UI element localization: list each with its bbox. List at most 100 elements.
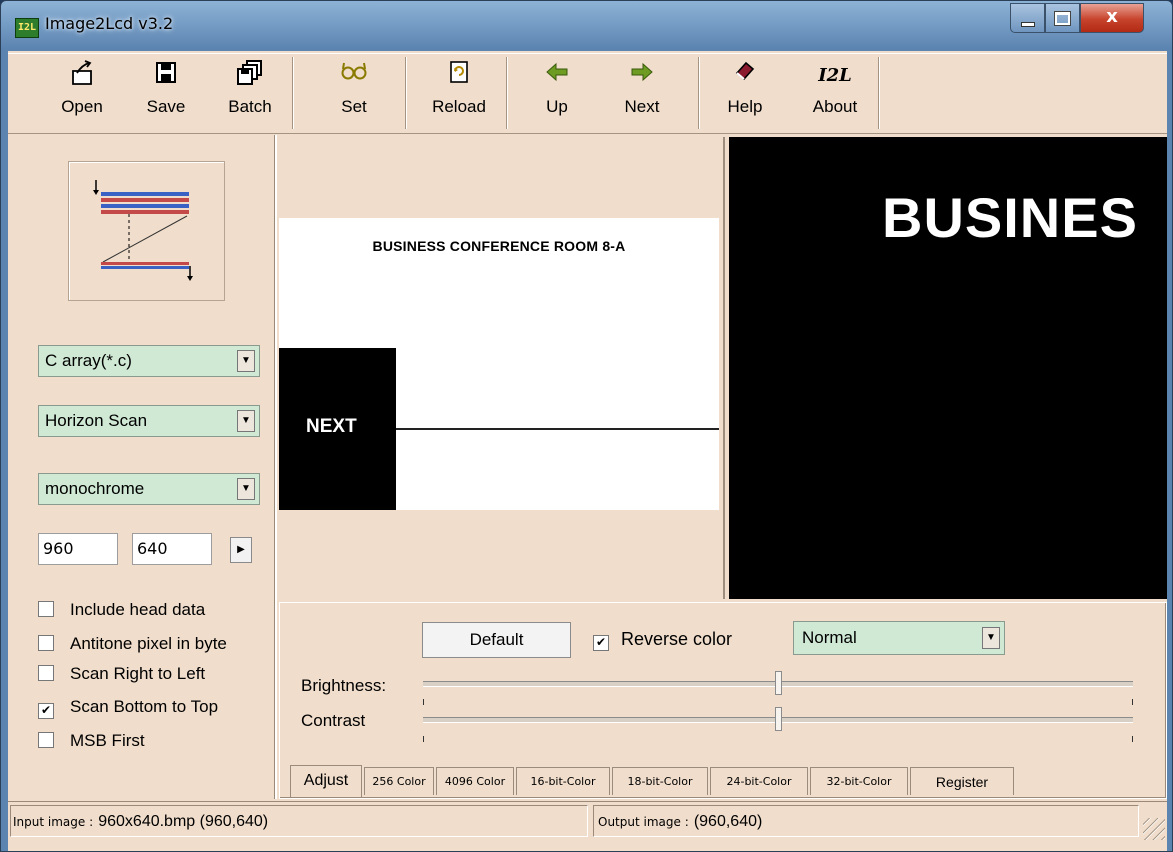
help-book-icon: [720, 59, 770, 93]
save-label: Save: [146, 97, 186, 116]
scan-mode-value: Horizon Scan: [45, 411, 148, 430]
up-label: Up: [546, 97, 568, 116]
tab-24-bit-color[interactable]: 24-bit-Color: [710, 767, 808, 795]
slider-tick: [1132, 699, 1133, 705]
about-button[interactable]: I2L About: [800, 59, 870, 125]
slider-tick: [1132, 736, 1133, 742]
toolbar-separator: [292, 57, 294, 129]
reload-label: Reload: [432, 97, 486, 116]
toolbar: Open Save Batch Set Reload Up Next Help …: [8, 51, 1167, 134]
help-label: Help: [727, 97, 763, 116]
output-type-select[interactable]: C array(*.c) ▼: [38, 345, 260, 377]
toolbar-separator: [405, 57, 407, 129]
play-icon: ▶: [237, 544, 245, 555]
reload-button[interactable]: Reload: [424, 59, 494, 125]
window-title: Image2Lcd v3.2: [45, 14, 174, 33]
tab-adjust[interactable]: Adjust: [290, 765, 362, 797]
apply-size-button[interactable]: ▶: [230, 537, 252, 563]
close-icon: x: [1106, 6, 1118, 27]
help-button[interactable]: Help: [720, 59, 770, 125]
image-next-text: NEXT: [306, 416, 357, 437]
close-button[interactable]: x: [1080, 3, 1144, 33]
chevron-down-icon: ▼: [237, 350, 255, 372]
chevron-down-icon: ▼: [982, 627, 1000, 649]
batch-icon: [220, 59, 280, 93]
checkbox-box: [38, 635, 54, 651]
scan-right-to-left-checkbox[interactable]: Scan Right to Left: [38, 662, 205, 686]
checkbox-box: [38, 665, 54, 681]
minimize-button[interactable]: [1010, 3, 1045, 33]
checkbox-label: Scan Bottom to Top: [70, 697, 219, 716]
tab-register[interactable]: Register: [910, 767, 1014, 795]
i2l-logo-icon: I2L: [818, 65, 852, 86]
toolbar-separator: [698, 57, 700, 129]
slider-tick: [423, 736, 424, 742]
width-input[interactable]: 960: [38, 533, 118, 565]
toolbar-highlight: [8, 53, 1167, 54]
checkbox-label: Scan Right to Left: [70, 664, 206, 683]
next-button[interactable]: Next: [614, 59, 670, 125]
tab-18-bit-color[interactable]: 18-bit-Color: [612, 767, 708, 795]
input-image-view[interactable]: BUSINESS CONFERENCE ROOM 8-A NEXT: [279, 137, 725, 599]
checkbox-box-checked: ✔: [593, 635, 609, 651]
default-button[interactable]: Default: [422, 622, 571, 658]
brightness-slider[interactable]: [423, 671, 1133, 695]
height-input[interactable]: 640: [132, 533, 212, 565]
batch-button[interactable]: Batch: [220, 59, 280, 125]
tab-256-color[interactable]: 256 Color: [364, 767, 434, 795]
include-head-data-checkbox[interactable]: Include head data: [38, 598, 205, 622]
reverse-color-checkbox[interactable]: ✔ Reverse color: [593, 629, 732, 651]
reverse-color-label: Reverse color: [621, 629, 733, 649]
set-button[interactable]: Set: [326, 59, 382, 125]
settings-panel: C array(*.c) ▼ Horizon Scan ▼ monochrome…: [8, 135, 277, 799]
app-icon: I2L: [15, 18, 39, 38]
contrast-label: Contrast: [301, 711, 366, 730]
chevron-down-icon: ▼: [237, 478, 255, 500]
msb-first-checkbox[interactable]: MSB First: [38, 729, 145, 753]
open-label: Open: [61, 97, 103, 116]
client-area: Open Save Batch Set Reload Up Next Help …: [8, 51, 1167, 851]
image-black-block: NEXT: [279, 348, 396, 510]
tab-4096-color[interactable]: 4096 Color: [436, 767, 514, 795]
minimize-icon: [1020, 22, 1035, 27]
tab-16-bit-color[interactable]: 16-bit-Color: [516, 767, 610, 795]
image-line: [396, 428, 719, 430]
input-image: BUSINESS CONFERENCE ROOM 8-A NEXT: [279, 218, 719, 510]
brightness-thumb[interactable]: [775, 671, 782, 695]
scan-mode-select[interactable]: Horizon Scan ▼: [38, 405, 260, 437]
output-image-view[interactable]: BUSINES: [729, 137, 1167, 599]
contrast-thumb[interactable]: [775, 707, 782, 731]
reload-icon: [424, 59, 494, 93]
glasses-icon: [326, 59, 382, 93]
toolbar-separator: [506, 57, 508, 129]
slider-tick: [423, 699, 424, 705]
save-icon: [138, 59, 194, 93]
title-bar[interactable]: I2L Image2Lcd v3.2 x: [1, 1, 1172, 51]
set-label: Set: [341, 97, 367, 116]
color-mode-value: monochrome: [45, 479, 145, 498]
brightness-label: Brightness:: [301, 676, 387, 695]
open-icon: [54, 59, 110, 93]
resize-grip[interactable]: [1143, 818, 1165, 840]
mode-select[interactable]: Normal ▼: [793, 621, 1005, 655]
maximize-button[interactable]: [1045, 3, 1080, 33]
checkbox-label: MSB First: [70, 731, 145, 750]
up-button[interactable]: Up: [534, 59, 580, 125]
app-window: I2L Image2Lcd v3.2 x Open Save Batch Set…: [0, 0, 1173, 852]
tab-32-bit-color[interactable]: 32-bit-Color: [810, 767, 908, 795]
contrast-slider[interactable]: [423, 707, 1133, 731]
antitone-pixel-checkbox[interactable]: Antitone pixel in byte: [38, 632, 227, 656]
mode-value: Normal: [802, 628, 857, 647]
open-button[interactable]: Open: [54, 59, 110, 125]
input-image-key: Input image :: [13, 815, 94, 829]
save-button[interactable]: Save: [138, 59, 194, 125]
output-image-value: (960,640): [693, 813, 763, 830]
color-mode-select[interactable]: monochrome ▼: [38, 473, 260, 505]
checkbox-label: Antitone pixel in byte: [70, 634, 227, 653]
output-image-key: Output image :: [598, 815, 689, 829]
output-image-text: BUSINES: [882, 186, 1138, 249]
scan-bottom-to-top-checkbox[interactable]: ✔ Scan Bottom to Top: [38, 695, 218, 719]
checkbox-label: Include head data: [70, 600, 206, 619]
arrow-right-icon: [614, 59, 670, 93]
input-image-status: Input image : 960x640.bmp (960,640): [10, 805, 588, 837]
